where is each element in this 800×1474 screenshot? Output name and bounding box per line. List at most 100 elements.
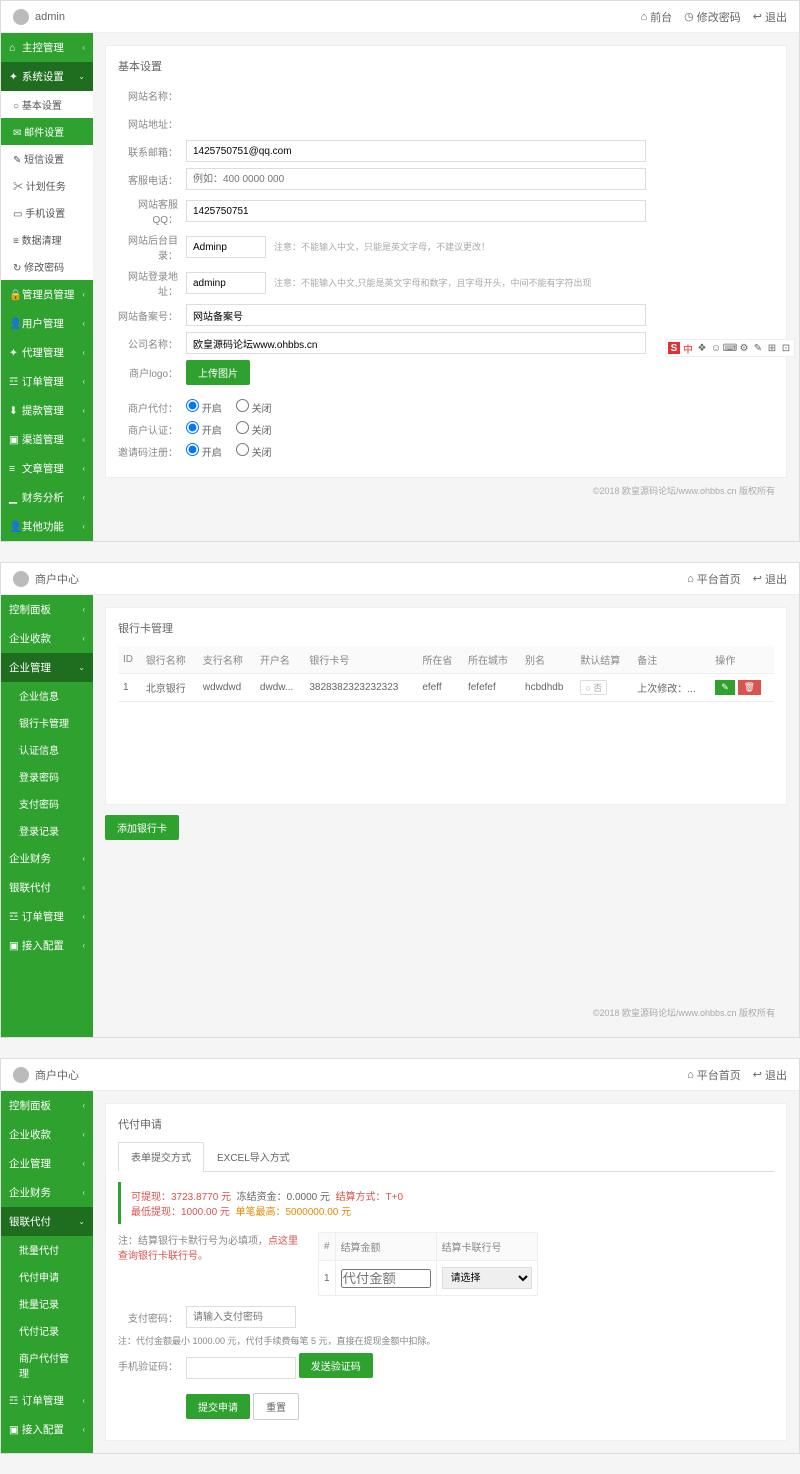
sidebar-item-dashboard[interactable]: 控制面板‹ bbox=[1, 595, 93, 624]
input-beian[interactable] bbox=[186, 304, 646, 326]
sidebar-item-admin[interactable]: 🔒 管理员管理‹ bbox=[1, 280, 93, 309]
send-code-button[interactable]: 发送验证码 bbox=[299, 1353, 373, 1378]
sidebar-item-agent[interactable]: ✦ 代理管理‹ bbox=[1, 338, 93, 367]
radio-invite-open[interactable]: 开启 bbox=[186, 448, 222, 459]
sub-payout-apply[interactable]: 代付申请 bbox=[1, 1263, 93, 1290]
sub-enterprise-info[interactable]: 企业信息 bbox=[1, 682, 93, 709]
default-badge[interactable]: ○ 否 bbox=[580, 680, 607, 695]
sub-cert-info[interactable]: 认证信息 bbox=[1, 736, 93, 763]
sub-merchant-payout[interactable]: 商户代付管理 bbox=[1, 1344, 93, 1386]
input-paypwd[interactable] bbox=[186, 1306, 296, 1328]
input-admin-dir[interactable] bbox=[186, 236, 266, 258]
reset-button[interactable]: 重置 bbox=[253, 1393, 299, 1420]
sidebar-item-collection[interactable]: 企业收款‹ bbox=[1, 1120, 93, 1149]
sub-data-clean[interactable]: ≡ 数据清理 bbox=[1, 226, 93, 253]
radio-invite-close[interactable]: 关闭 bbox=[236, 448, 272, 459]
sidebar-item-dashboard[interactable]: 控制面板‹ bbox=[1, 1091, 93, 1120]
sidebar-item-channel[interactable]: ▣ 渠道管理‹ bbox=[1, 425, 93, 454]
add-bankcard-button[interactable]: 添加银行卡 bbox=[105, 815, 179, 840]
radio-cert-close[interactable]: 关闭 bbox=[236, 426, 272, 437]
ime-icon-8[interactable]: ⊞ bbox=[766, 342, 778, 354]
note-fee: 注：代付金额最小 1000.00 元，代付手续费每笔 5 元，直接在提现金额中扣… bbox=[118, 1334, 774, 1347]
input-email[interactable] bbox=[186, 140, 646, 162]
sidebar-item-collection[interactable]: 企业收款‹ bbox=[1, 624, 93, 653]
list-icon: ☲ bbox=[9, 1395, 19, 1407]
sub-cron[interactable]: ✂ 计划任务 bbox=[1, 172, 93, 199]
sidebar-item-enterprise[interactable]: 企业管理‹ bbox=[1, 1149, 93, 1178]
input-amount[interactable] bbox=[341, 1269, 431, 1288]
sidebar-item-enterprise[interactable]: 企业管理⌄ bbox=[1, 653, 93, 682]
link-logout[interactable]: ↩退出 bbox=[753, 1067, 787, 1083]
ime-icon-5[interactable]: ⌨ bbox=[724, 342, 736, 354]
sidebar-item-system[interactable]: ✦ 系统设置⌄ bbox=[1, 62, 93, 91]
radio-pay-close[interactable]: 关闭 bbox=[236, 404, 272, 415]
sub-login-pwd[interactable]: 登录密码 bbox=[1, 763, 93, 790]
tab-excel[interactable]: EXCEL导入方式 bbox=[204, 1142, 303, 1171]
link-logout[interactable]: ↩退出 bbox=[753, 571, 787, 587]
gear-icon: ✦ bbox=[9, 71, 19, 83]
link-frontend[interactable]: ⌂前台 bbox=[641, 9, 673, 25]
select-bankcode[interactable]: 请选择 bbox=[442, 1267, 532, 1289]
upload-logo-button[interactable]: 上传图片 bbox=[186, 360, 250, 385]
sidebar-item-access[interactable]: ▣ 接入配置‹ bbox=[1, 931, 93, 960]
sub-batch-payout[interactable]: 批量代付 bbox=[1, 1236, 93, 1263]
sidebar-item-dashboard[interactable]: ⌂ 主控管理‹ bbox=[1, 33, 93, 62]
radio-pay-open[interactable]: 开启 bbox=[186, 404, 222, 415]
radio-cert-open[interactable]: 开启 bbox=[186, 426, 222, 437]
input-smscode[interactable] bbox=[186, 1357, 296, 1379]
sub-login-log[interactable]: 登录记录 bbox=[1, 817, 93, 844]
ime-lang-icon[interactable]: 中 bbox=[682, 342, 694, 354]
ime-icon-6[interactable]: ⚙ bbox=[738, 342, 750, 354]
sub-sms-settings[interactable]: ✎ 短信设置 bbox=[1, 145, 93, 172]
sidebar-item-order[interactable]: ☲ 订单管理‹ bbox=[1, 902, 93, 931]
sidebar-item-order[interactable]: ☲ 订单管理‹ bbox=[1, 1386, 93, 1415]
sidebar-item-unionpay[interactable]: 银联代付‹ bbox=[1, 873, 93, 902]
edit-button[interactable]: ✎ bbox=[715, 680, 735, 695]
sidebar-item-article[interactable]: ≡ 文章管理‹ bbox=[1, 454, 93, 483]
ime-icon-9[interactable]: ⊡ bbox=[780, 342, 792, 354]
input-company[interactable] bbox=[186, 332, 646, 354]
ime-icon-7[interactable]: ✎ bbox=[752, 342, 764, 354]
link-logout[interactable]: ↩退出 bbox=[753, 9, 787, 25]
input-site-name[interactable] bbox=[186, 84, 646, 106]
sub-basic-settings[interactable]: ○ 基本设置 bbox=[1, 91, 93, 118]
input-login-url[interactable] bbox=[186, 272, 266, 294]
sidebar-item-finance[interactable]: ▁ 财务分析‹ bbox=[1, 483, 93, 512]
sub-mail-settings[interactable]: ✉ 邮件设置 bbox=[1, 118, 93, 145]
sub-payout-log[interactable]: 代付记录 bbox=[1, 1317, 93, 1344]
sub-mobile[interactable]: ▭ 手机设置 bbox=[1, 199, 93, 226]
input-site-url[interactable] bbox=[186, 112, 646, 134]
doc-icon: ≡ bbox=[9, 463, 19, 475]
col-amount: 结算金额 bbox=[335, 1233, 436, 1261]
note-bankcode: 注：结算银行卡默行号为必填项，点这里查询银行卡联行号。 bbox=[118, 1232, 298, 1296]
ime-icon-4[interactable]: ☺ bbox=[710, 342, 722, 354]
tabs: 表单提交方式 EXCEL导入方式 bbox=[118, 1142, 774, 1172]
delete-button[interactable]: 🗑 bbox=[738, 680, 761, 695]
payout-panel: 代付申请 表单提交方式 EXCEL导入方式 可提现：3723.8770 元 冻结… bbox=[105, 1103, 787, 1441]
input-qq[interactable] bbox=[186, 200, 646, 222]
input-phone[interactable] bbox=[186, 168, 646, 190]
chevron-left-icon: ‹ bbox=[82, 883, 85, 892]
sidebar-item-other[interactable]: 👤 其他功能‹ bbox=[1, 512, 93, 541]
ime-icon-3[interactable]: ❖ bbox=[696, 342, 708, 354]
ime-toolbar[interactable]: S 中 ❖ ☺ ⌨ ⚙ ✎ ⊞ ⊡ bbox=[665, 339, 795, 357]
sub-batch-log[interactable]: 批量记录 bbox=[1, 1290, 93, 1317]
logout-icon: ↩ bbox=[753, 10, 762, 23]
sidebar-item-finance[interactable]: 企业财务‹ bbox=[1, 844, 93, 873]
circle-icon: ○ bbox=[13, 101, 19, 112]
link-change-pwd[interactable]: ◷修改密码 bbox=[684, 9, 741, 25]
sub-bankcard[interactable]: 银行卡管理 bbox=[1, 709, 93, 736]
sidebar-item-unionpay[interactable]: 银联代付⌄ bbox=[1, 1207, 93, 1236]
sub-change-pwd[interactable]: ↻ 修改密码 bbox=[1, 253, 93, 280]
sidebar-item-finance[interactable]: 企业财务‹ bbox=[1, 1178, 93, 1207]
sidebar-item-access[interactable]: ▣ 接入配置‹ bbox=[1, 1415, 93, 1444]
sidebar-item-order[interactable]: ☲ 订单管理‹ bbox=[1, 367, 93, 396]
sidebar-item-withdraw[interactable]: ⬇ 提款管理‹ bbox=[1, 396, 93, 425]
submit-button[interactable]: 提交申请 bbox=[186, 1394, 250, 1419]
link-platform-home[interactable]: ⌂平台首页 bbox=[687, 1067, 741, 1083]
ime-s-icon[interactable]: S bbox=[668, 342, 680, 354]
tab-form[interactable]: 表单提交方式 bbox=[118, 1142, 204, 1172]
link-platform-home[interactable]: ⌂平台首页 bbox=[687, 571, 741, 587]
sub-pay-pwd[interactable]: 支付密码 bbox=[1, 790, 93, 817]
sidebar-item-user[interactable]: 👤 用户管理‹ bbox=[1, 309, 93, 338]
